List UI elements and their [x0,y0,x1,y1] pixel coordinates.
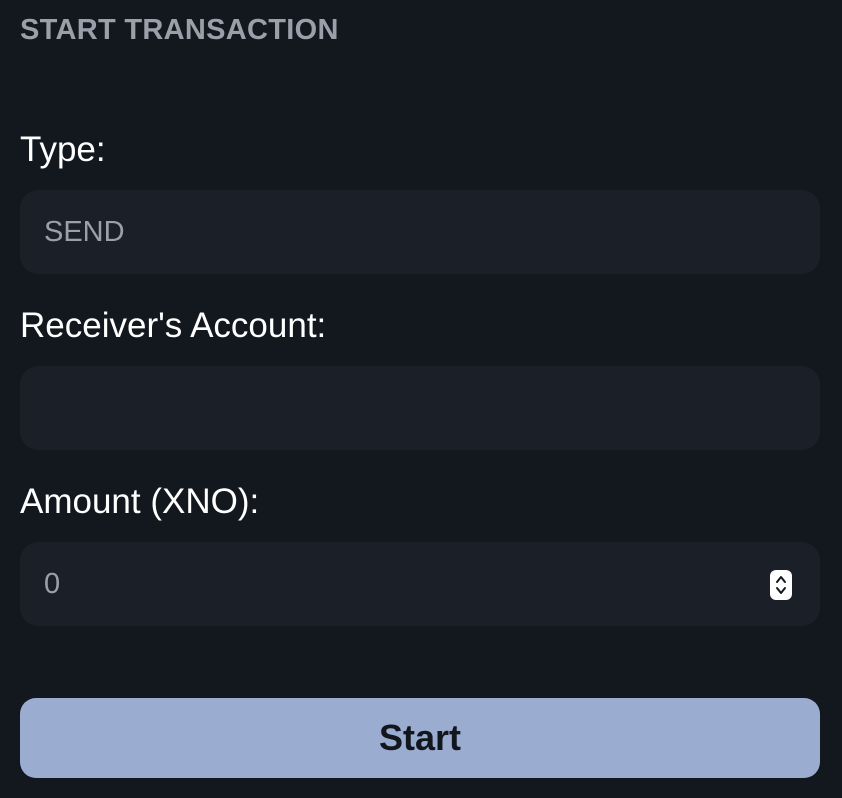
start-button[interactable]: Start [20,698,820,778]
receiver-account-input[interactable] [44,391,744,425]
start-transaction-panel: START TRANSACTION Type: SEND Receiver's … [0,0,842,798]
stepper-arrows [776,576,786,594]
receiver-account-label: Receiver's Account: [20,306,327,345]
section-title: START TRANSACTION [20,14,339,46]
amount-input[interactable] [44,567,744,601]
type-value: SEND [44,215,125,248]
type-label: Type: [20,130,106,169]
stepper-up-down-icon[interactable] [770,570,792,600]
receiver-account-field[interactable] [20,366,820,450]
amount-field[interactable] [20,542,820,626]
type-field[interactable]: SEND [20,190,820,274]
amount-label: Amount (XNO): [20,482,260,521]
